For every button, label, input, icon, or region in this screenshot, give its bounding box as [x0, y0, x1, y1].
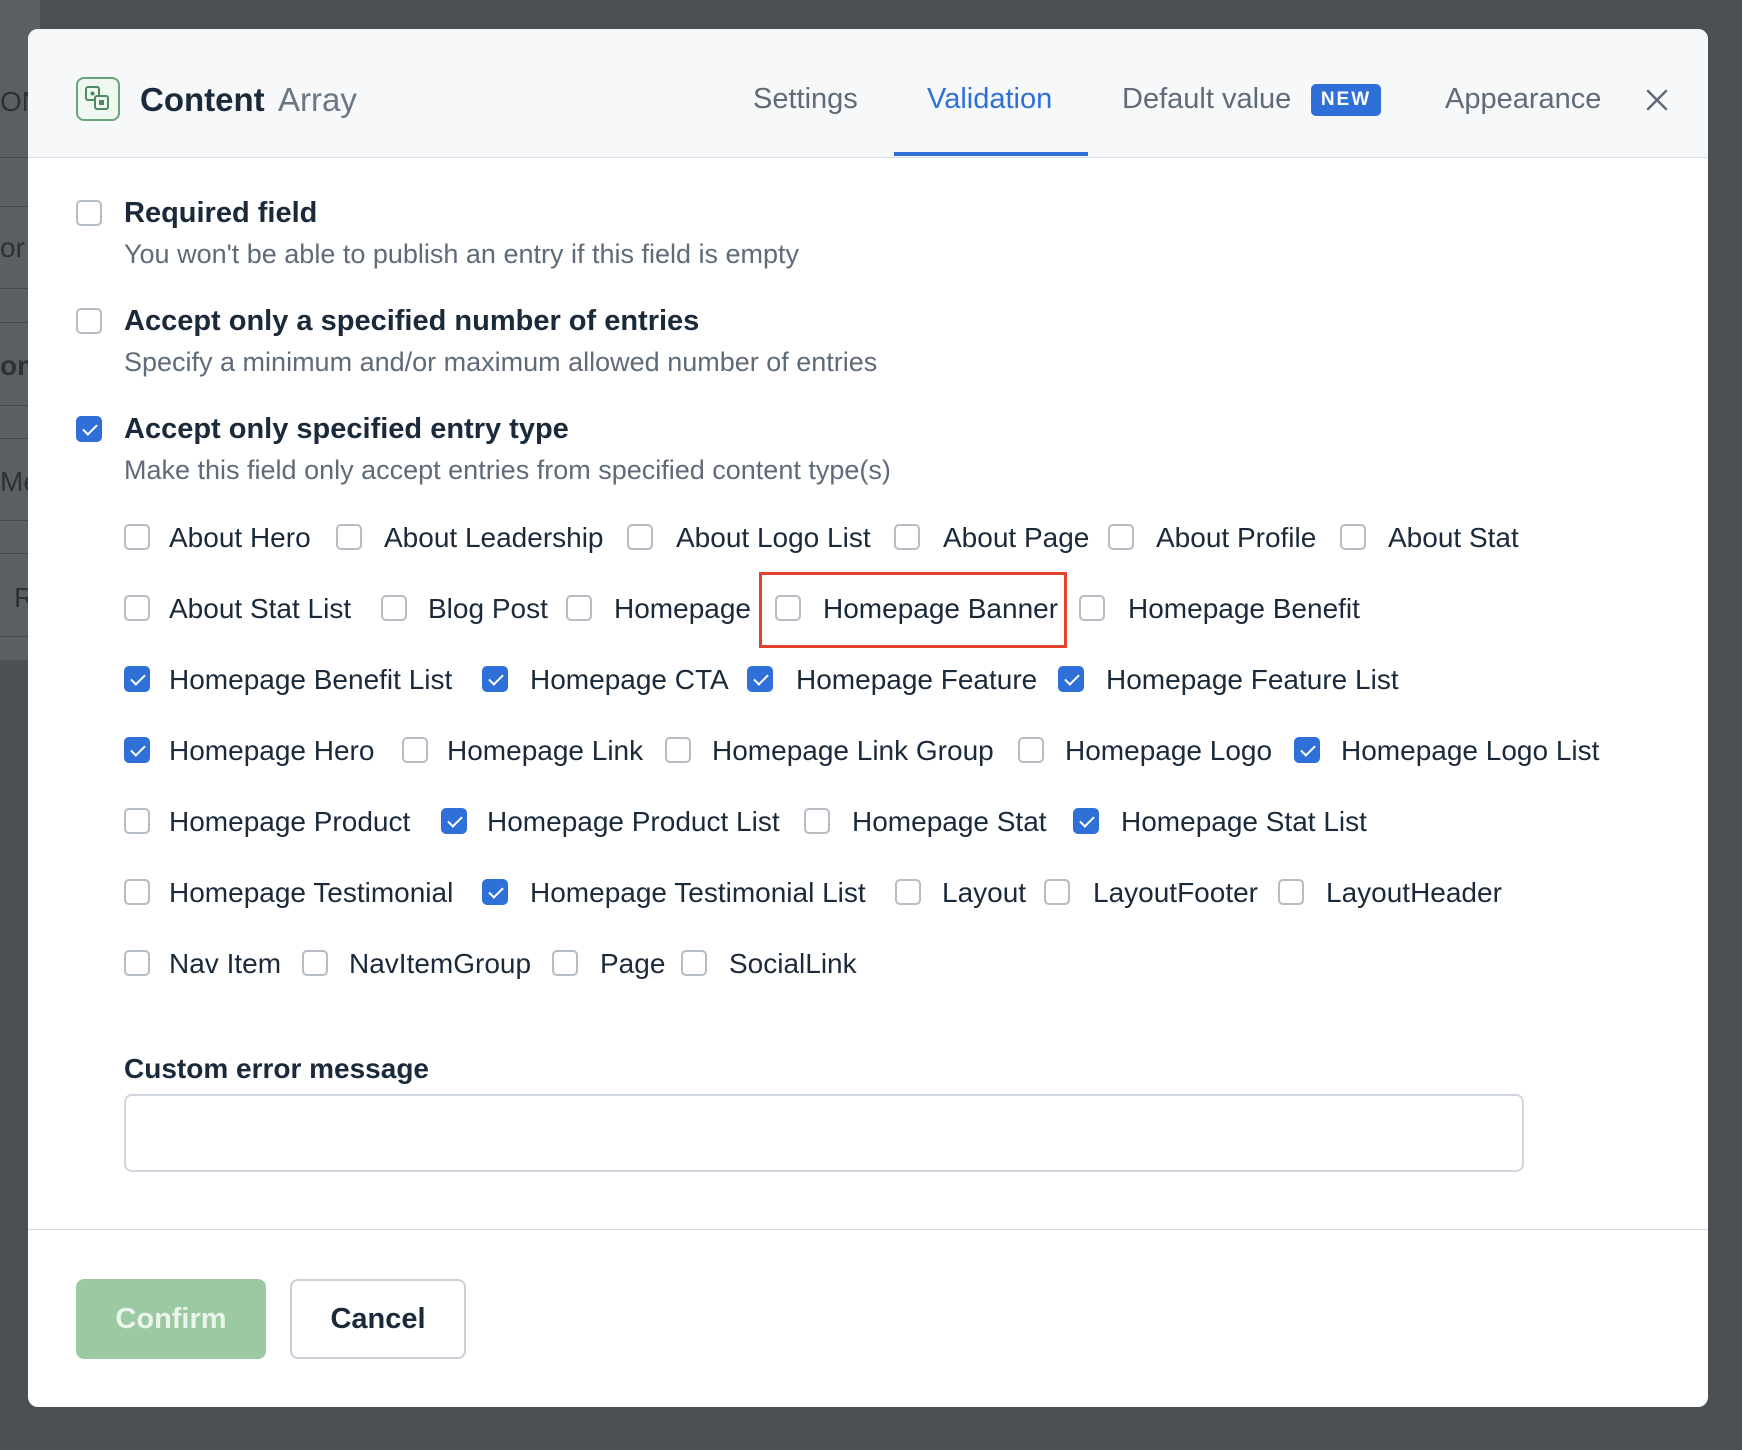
- confirm-button[interactable]: Confirm: [76, 1279, 266, 1359]
- entry-type-checkbox[interactable]: [76, 416, 102, 442]
- content-type-label[interactable]: Homepage Stat: [852, 806, 1047, 838]
- content-type-checkbox[interactable]: [775, 595, 801, 621]
- tab-validation[interactable]: Validation: [927, 83, 1052, 116]
- content-type-checkbox[interactable]: [1278, 879, 1304, 905]
- content-type-checkbox[interactable]: [336, 524, 362, 550]
- content-type-label[interactable]: SocialLink: [729, 948, 857, 980]
- content-type-label[interactable]: Homepage Stat List: [1121, 806, 1367, 838]
- content-type-checkbox[interactable]: [124, 524, 150, 550]
- content-type-label[interactable]: Homepage: [614, 593, 751, 625]
- custom-error-input[interactable]: [124, 1094, 1524, 1172]
- required-field-label: Required field: [124, 197, 318, 229]
- content-type-checkbox[interactable]: [747, 666, 773, 692]
- content-type-checkbox[interactable]: [1340, 524, 1366, 550]
- content-type-checkbox[interactable]: [302, 950, 328, 976]
- content-type-checkbox[interactable]: [1294, 737, 1320, 763]
- content-type-checkbox[interactable]: [665, 737, 691, 763]
- content-type-checkbox[interactable]: [381, 595, 407, 621]
- content-type-label[interactable]: LayoutHeader: [1326, 877, 1502, 909]
- content-type-checkbox[interactable]: [1018, 737, 1044, 763]
- content-type-label[interactable]: Homepage Hero: [169, 735, 374, 767]
- entry-type-label: Accept only specified entry type: [124, 413, 569, 445]
- field-name: Content: [140, 81, 265, 118]
- content-type-checkbox[interactable]: [566, 595, 592, 621]
- content-type-label[interactable]: Layout: [942, 877, 1026, 909]
- content-type-checkbox[interactable]: [441, 808, 467, 834]
- content-type-checkbox[interactable]: [124, 950, 150, 976]
- content-type-checkbox[interactable]: [482, 666, 508, 692]
- content-type-label[interactable]: NavItemGroup: [349, 948, 531, 980]
- tab-default-value[interactable]: Default value: [1122, 83, 1291, 116]
- content-type-label[interactable]: Homepage Link: [447, 735, 643, 767]
- content-type-checkbox[interactable]: [124, 666, 150, 692]
- content-type-checkbox[interactable]: [1058, 666, 1084, 692]
- content-type-label[interactable]: Page: [600, 948, 665, 980]
- content-type-label[interactable]: Homepage Logo: [1065, 735, 1272, 767]
- content-type-checkbox[interactable]: [482, 879, 508, 905]
- tab-appearance[interactable]: Appearance: [1445, 83, 1601, 116]
- content-type-label[interactable]: Homepage CTA: [530, 664, 729, 696]
- content-type-checkbox[interactable]: [1044, 879, 1070, 905]
- entry-count-label: Accept only a specified number of entrie…: [124, 305, 700, 337]
- content-type-label[interactable]: About Page: [943, 522, 1089, 554]
- active-tab-indicator: [894, 152, 1088, 156]
- close-icon[interactable]: [1642, 85, 1672, 115]
- content-type-label[interactable]: Homepage Banner: [823, 593, 1058, 625]
- content-type-label[interactable]: Nav Item: [169, 948, 281, 980]
- content-type-checkbox[interactable]: [681, 950, 707, 976]
- content-type-label[interactable]: Homepage Benefit List: [169, 664, 452, 696]
- content-type-checkbox[interactable]: [1079, 595, 1105, 621]
- content-type-checkbox[interactable]: [894, 524, 920, 550]
- required-field-checkbox[interactable]: [76, 200, 102, 226]
- content-type-label[interactable]: About Stat: [1388, 522, 1519, 554]
- content-type-checkbox[interactable]: [124, 595, 150, 621]
- field-type: Array: [278, 81, 357, 118]
- content-type-checkbox[interactable]: [124, 737, 150, 763]
- new-badge: NEW: [1311, 84, 1381, 116]
- content-type-checkbox[interactable]: [804, 808, 830, 834]
- content-array-icon: [76, 77, 120, 121]
- content-type-label[interactable]: Homepage Testimonial: [169, 877, 453, 909]
- modal-header: Content Array Settings Validation Defaul…: [28, 29, 1708, 158]
- content-type-checkbox[interactable]: [124, 879, 150, 905]
- required-field-description: You won't be able to publish an entry if…: [124, 239, 800, 269]
- content-type-checkbox[interactable]: [895, 879, 921, 905]
- content-type-checkbox[interactable]: [124, 808, 150, 834]
- content-type-label[interactable]: About Stat List: [169, 593, 351, 625]
- footer-divider: [28, 1229, 1708, 1230]
- entry-count-checkbox[interactable]: [76, 308, 102, 334]
- content-type-label[interactable]: About Leadership: [384, 522, 604, 554]
- content-type-checkbox[interactable]: [402, 737, 428, 763]
- content-type-label[interactable]: Homepage Testimonial List: [530, 877, 866, 909]
- content-type-label[interactable]: About Profile: [1156, 522, 1316, 554]
- cancel-button[interactable]: Cancel: [290, 1279, 466, 1359]
- content-type-label[interactable]: Homepage Feature List: [1106, 664, 1399, 696]
- custom-error-label: Custom error message: [124, 1053, 430, 1084]
- content-type-checkbox[interactable]: [1073, 808, 1099, 834]
- background-text: or: [0, 232, 25, 263]
- content-type-label[interactable]: About Hero: [169, 522, 311, 554]
- content-type-checkbox[interactable]: [627, 524, 653, 550]
- content-type-label[interactable]: Homepage Benefit: [1128, 593, 1360, 625]
- content-type-checkbox[interactable]: [552, 950, 578, 976]
- entry-type-description: Make this field only accept entries from…: [124, 455, 891, 485]
- content-type-label[interactable]: Homepage Product List: [487, 806, 780, 838]
- content-type-label[interactable]: LayoutFooter: [1093, 877, 1258, 909]
- content-type-label[interactable]: Homepage Logo List: [1341, 735, 1599, 767]
- content-type-label[interactable]: Homepage Feature: [796, 664, 1037, 696]
- field-settings-modal: Content Array Settings Validation Defaul…: [28, 29, 1708, 1407]
- content-type-checkbox[interactable]: [1108, 524, 1134, 550]
- entry-count-description: Specify a minimum and/or maximum allowed…: [124, 347, 878, 377]
- content-type-label[interactable]: Blog Post: [428, 593, 548, 625]
- content-type-label[interactable]: About Logo List: [676, 522, 871, 554]
- content-type-label[interactable]: Homepage Link Group: [712, 735, 994, 767]
- content-type-label[interactable]: Homepage Product: [169, 806, 410, 838]
- tab-settings[interactable]: Settings: [753, 83, 858, 116]
